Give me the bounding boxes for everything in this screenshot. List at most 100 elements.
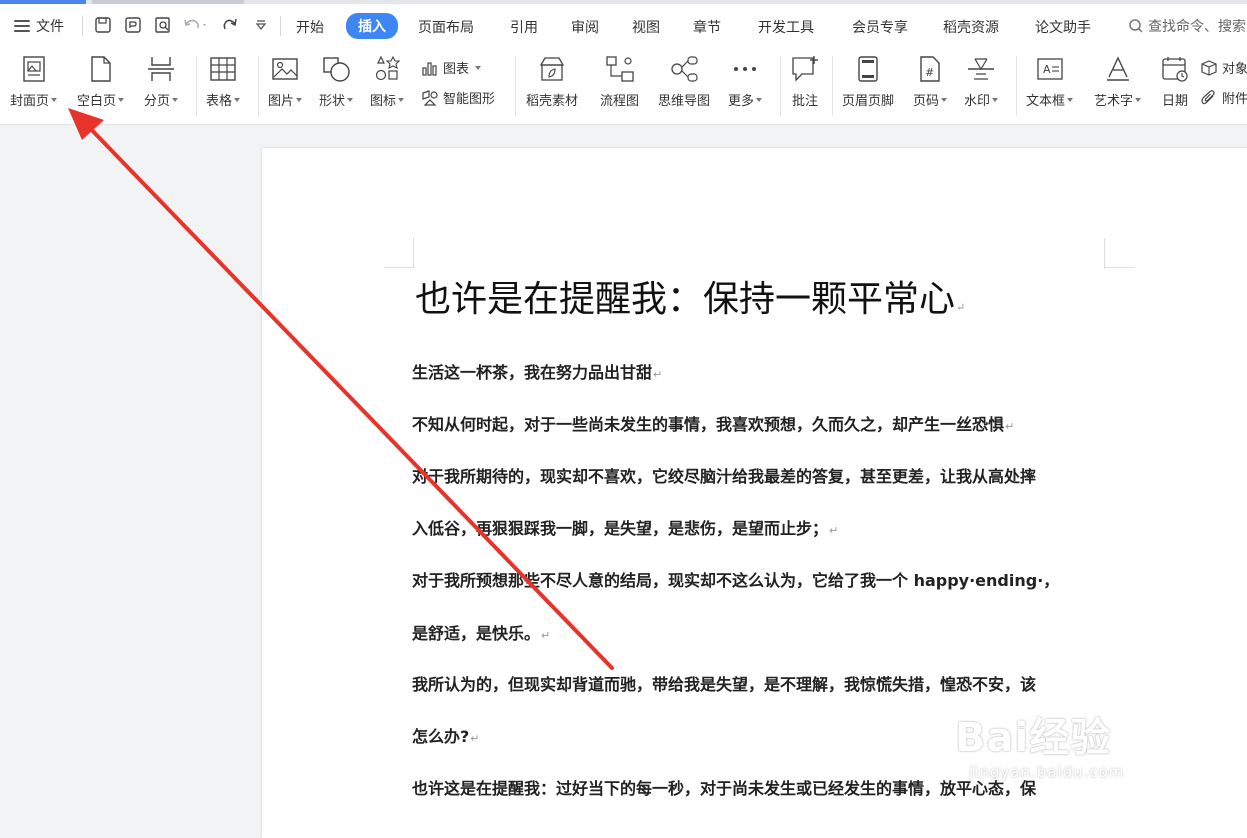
page-number-button[interactable]: # 页码 <box>913 54 948 109</box>
redo-icon[interactable] <box>220 14 242 36</box>
search-icon <box>1129 19 1143 33</box>
wordart-button[interactable]: 艺术字 <box>1094 54 1142 109</box>
textbox-label: 文本框 <box>1026 94 1066 109</box>
shape-icon <box>321 54 351 84</box>
chart-icon <box>422 61 437 76</box>
tab-page-layout[interactable]: 页面布局 <box>418 17 474 37</box>
ribbon-separator <box>1016 56 1017 116</box>
textbox-button[interactable]: A 文本框 <box>1026 54 1074 109</box>
shape-button[interactable]: 形状 <box>319 54 354 109</box>
ribbon-separator <box>258 56 259 116</box>
more-icon <box>730 54 760 84</box>
comment-label: 批注 <box>791 94 818 109</box>
table-button[interactable]: 表格 <box>206 54 241 109</box>
docer-material-button[interactable]: 稻壳素材 <box>526 54 578 109</box>
smart-art-button[interactable]: 智能图形 <box>421 88 495 107</box>
document-title[interactable]: 也许是在提醒我：保持一颗平常心↵ <box>415 270 965 322</box>
icons-icon <box>372 54 402 84</box>
header-footer-button[interactable]: 页眉页脚 <box>842 54 894 109</box>
tab-home[interactable]: 开始 <box>296 17 324 37</box>
paragraph-text: 对于我所期待的，现实却不喜欢，它绞尽脑汁给我最差的答复，甚至更差，让我从高处摔 <box>412 467 1037 486</box>
page-break-button[interactable]: 分页 <box>144 54 179 109</box>
tab-view[interactable]: 视图 <box>632 17 660 37</box>
attachment-icon <box>1201 89 1215 104</box>
paragraph-line[interactable]: 不知从何时起，对于一些尚未发生的事情，我喜欢预想，久而久之，却产生一丝恐惧↵ <box>412 411 1014 435</box>
paragraph-line[interactable]: 是舒适，是快乐。↵ <box>412 620 550 644</box>
picture-button[interactable]: 图片 <box>268 54 303 109</box>
tab-thesis-assistant[interactable]: 论文助手 <box>1035 17 1091 37</box>
paragraph-text: 我所认为的，但现实却背道而驰，带给我是失望，是不理解，我惊慌失措，惶恐不安，该 <box>412 675 1037 694</box>
tab-section[interactable]: 章节 <box>693 17 721 37</box>
watermark-label: 水印 <box>964 94 991 109</box>
watermark-button[interactable]: 水印 <box>964 54 999 109</box>
comment-icon <box>790 54 820 84</box>
tab-member-exclusive[interactable]: 会员专享 <box>852 17 908 37</box>
paragraph-line[interactable]: 生活这一杯茶，我在努力品出甘甜↵ <box>412 359 662 383</box>
smart-art-label: 智能图形 <box>443 92 496 107</box>
attachment-button[interactable]: 附件 <box>1200 88 1247 107</box>
paragraph-text: 生活这一杯茶，我在努力品出甘甜 <box>412 363 653 382</box>
file-menu-label: 文件 <box>36 19 64 35</box>
tab-developer-tools[interactable]: 开发工具 <box>758 17 814 37</box>
chevron-down-icon <box>475 65 482 70</box>
baidu-jingyan-watermark: Bai经验 jingyan.baidu.com <box>955 705 1124 781</box>
flowchart-button[interactable]: 流程图 <box>600 54 639 109</box>
export-pdf-icon[interactable] <box>122 14 144 36</box>
chevron-down-icon <box>941 97 948 102</box>
chart-button[interactable]: 图表 <box>421 58 482 77</box>
docer-material-label: 稻壳素材 <box>526 94 579 109</box>
blank-page-icon <box>86 54 116 84</box>
comment-button[interactable]: 批注 <box>790 54 820 109</box>
ribbon-separator <box>780 56 781 116</box>
icons-button[interactable]: 图标 <box>370 54 405 109</box>
chevron-down-icon <box>347 97 354 102</box>
paragraph-line[interactable]: 我所认为的，但现实却背道而驰，带给我是失望，是不理解，我惊慌失措，惶恐不安，该 <box>412 671 1036 695</box>
paragraph-line[interactable]: 对于我所期待的，现实却不喜欢，它绞尽脑汁给我最差的答复，甚至更差，让我从高处摔 <box>412 463 1036 487</box>
mindmap-button[interactable]: 思维导图 <box>658 54 710 109</box>
page-number-icon: # <box>915 54 945 84</box>
paragraph-line[interactable]: 也许这是在提醒我：过好当下的每一秒，对于尚未发生或已经发生的事情，放平心态，保 <box>412 775 1036 799</box>
date-label: 日期 <box>1161 94 1188 109</box>
more-label: 更多 <box>728 94 755 109</box>
paragraph-text: 怎么办? <box>412 727 470 746</box>
tab-insert[interactable]: 插入 <box>346 13 398 39</box>
ribbon-toolbar: 封面页 空白页 分页 表格 图片 形状 图标 图表 智能图形 稻壳素材 流程图 … <box>0 48 1247 125</box>
save-icon[interactable] <box>92 14 114 36</box>
file-menu-button[interactable]: 文件 <box>14 16 64 36</box>
paragraph-mark: ↵ <box>1005 420 1015 433</box>
picture-label: 图片 <box>268 94 295 109</box>
object-label: 对象 <box>1222 62 1247 77</box>
svg-text:A: A <box>1043 63 1051 76</box>
undo-icon[interactable] <box>180 14 210 36</box>
paragraph-line[interactable]: 入低谷，再狠狠踩我一脚，是失望，是悲伤，是望而止步；↵ <box>412 515 838 539</box>
command-search[interactable]: 查找命令、搜索 <box>1128 16 1246 36</box>
wordart-label: 艺术字 <box>1094 94 1134 109</box>
tab-docer-resources[interactable]: 稻壳资源 <box>943 17 999 37</box>
watermark-icon <box>966 54 996 84</box>
flowchart-icon <box>605 54 635 84</box>
paragraph-line[interactable]: 怎么办?↵ <box>412 723 480 747</box>
paragraph-text: 不知从何时起，对于一些尚未发生的事情，我喜欢预想，久而久之，却产生一丝恐惧 <box>412 415 1005 434</box>
header-footer-icon <box>853 54 883 84</box>
page-break-icon <box>146 54 176 84</box>
tab-references[interactable]: 引用 <box>510 17 538 37</box>
more-button[interactable]: 更多 <box>728 54 763 109</box>
chevron-down-icon <box>1135 97 1142 102</box>
tab-review[interactable]: 审阅 <box>571 17 599 37</box>
wordart-icon <box>1103 54 1133 84</box>
cover-page-label: 封面页 <box>10 94 50 109</box>
object-button[interactable]: 对象 <box>1200 58 1247 77</box>
print-preview-icon[interactable] <box>152 14 174 36</box>
paragraph-line[interactable]: 对于我所预想那些不尽人意的结局，现实却不这么认为，它给了我一个 happy·en… <box>412 567 1059 591</box>
chevron-down-icon <box>992 97 999 102</box>
cover-page-button[interactable]: 封面页 <box>10 54 58 109</box>
header-footer-label: 页眉页脚 <box>842 94 895 109</box>
document-title-text: 也许是在提醒我：保持一颗平常心 <box>415 279 956 320</box>
date-button[interactable]: 日期 <box>1160 54 1190 109</box>
customize-toolbar-icon[interactable] <box>250 14 272 36</box>
search-placeholder: 查找命令、搜索 <box>1148 19 1246 35</box>
chevron-down-icon <box>398 97 405 102</box>
blank-page-button[interactable]: 空白页 <box>77 54 125 109</box>
chevron-down-icon <box>296 97 303 102</box>
table-icon <box>208 54 238 84</box>
